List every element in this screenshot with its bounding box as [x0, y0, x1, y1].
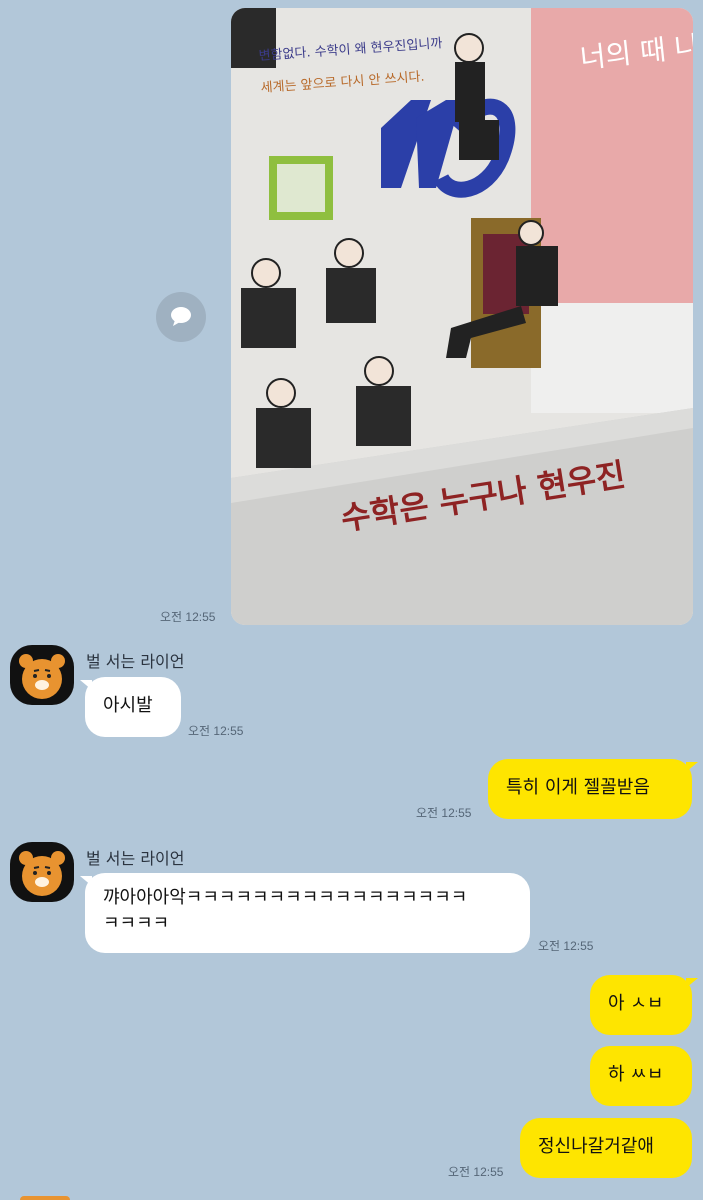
- message-bubble[interactable]: 정신나갈거같애: [520, 1118, 692, 1178]
- photo-timestamp: 오전 12:55: [160, 610, 216, 624]
- chat-room: 변함없다. 수학이 왜 현우진입니까 세계는 앞으로 다시 안 쓰시다. 너의 …: [0, 0, 703, 1200]
- message-bubble[interactable]: 아시발: [85, 677, 181, 737]
- bubble-tail: [686, 762, 698, 772]
- bubble-tail: [686, 978, 698, 988]
- message-timestamp: 오전 12:55: [538, 939, 594, 953]
- next-avatar-partial: [20, 1196, 70, 1200]
- share-button[interactable]: [156, 292, 206, 342]
- sender-avatar[interactable]: [10, 842, 74, 902]
- ryan-icon: [19, 851, 65, 896]
- message-text: 정신나갈거같애: [538, 1136, 654, 1157]
- sender-name: 벌 서는 라이언: [86, 849, 185, 868]
- ryan-icon: [19, 654, 65, 699]
- message-bubble[interactable]: 꺄아아아악ㅋㅋㅋㅋㅋㅋㅋㅋㅋㅋㅋㅋㅋㅋㅋㅋㅋ ㅋㅋㅋㅋ: [85, 873, 530, 953]
- sender-name: 벌 서는 라이언: [86, 652, 185, 671]
- message-timestamp: 오전 12:55: [188, 724, 244, 738]
- message-text: 아 ㅅㅂ: [608, 993, 664, 1014]
- message-timestamp: 오전 12:55: [448, 1165, 504, 1179]
- message-text-line-1: 꺄아아아악ㅋㅋㅋㅋㅋㅋㅋㅋㅋㅋㅋㅋㅋㅋㅋㅋㅋ: [103, 887, 468, 908]
- message-text-line-2: ㅋㅋㅋㅋ: [103, 913, 170, 934]
- message-bubble[interactable]: 아 ㅅㅂ: [590, 975, 692, 1035]
- message-bubble[interactable]: 하 ㅆㅂ: [590, 1046, 692, 1106]
- message-timestamp: 오전 12:55: [416, 806, 472, 820]
- message-text: 하 ㅆㅂ: [608, 1064, 664, 1085]
- sender-avatar[interactable]: [10, 645, 74, 705]
- photo-message[interactable]: 변함없다. 수학이 왜 현우진입니까 세계는 앞으로 다시 안 쓰시다. 너의 …: [231, 8, 693, 625]
- message-bubble[interactable]: 특히 이게 젤꼴받음: [488, 759, 692, 819]
- message-text: 아시발: [103, 695, 153, 716]
- speech-bubble-icon: [171, 307, 191, 326]
- message-text: 특히 이게 젤꼴받음: [506, 777, 650, 798]
